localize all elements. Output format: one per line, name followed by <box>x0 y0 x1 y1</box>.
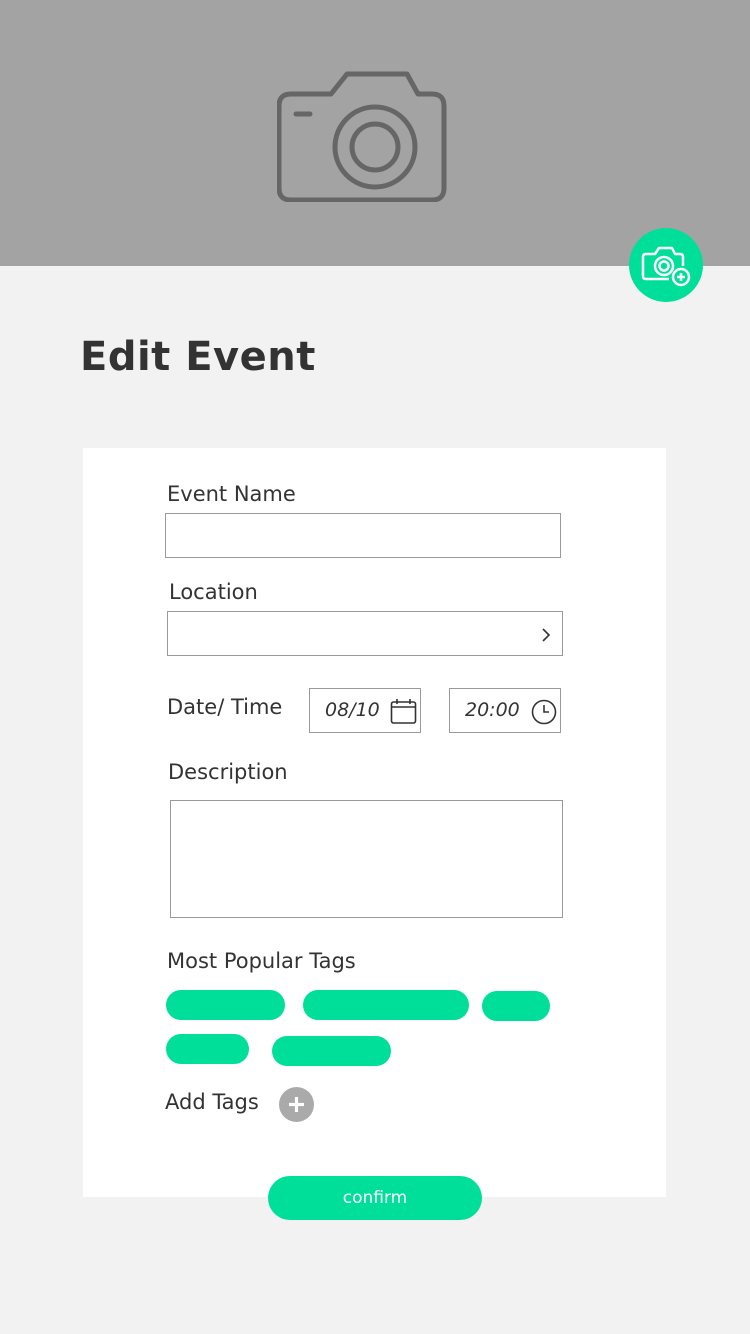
event-name-input[interactable] <box>165 513 561 558</box>
tag-chip-4[interactable] <box>166 1034 249 1064</box>
tag-chip-2[interactable] <box>303 990 469 1020</box>
add-photo-button[interactable] <box>629 228 703 302</box>
chevron-right-icon <box>542 628 551 642</box>
clock-icon <box>531 699 557 725</box>
time-value: 20:00 <box>465 699 520 721</box>
confirm-button[interactable]: confirm <box>268 1176 482 1220</box>
date-value: 08/10 <box>325 699 380 721</box>
tag-chip-1[interactable] <box>166 990 285 1020</box>
time-picker[interactable]: 20:00 <box>449 688 561 733</box>
description-label: Description <box>168 760 288 784</box>
tag-chip-5[interactable] <box>272 1036 391 1066</box>
add-tags-label: Add Tags <box>165 1090 259 1114</box>
tag-chip-3[interactable] <box>482 991 550 1021</box>
popular-tags-label: Most Popular Tags <box>167 949 356 973</box>
calendar-icon <box>390 699 417 724</box>
date-picker[interactable]: 08/10 <box>309 688 421 733</box>
add-tag-button[interactable] <box>279 1087 314 1122</box>
description-textarea[interactable] <box>170 800 563 918</box>
plus-icon <box>289 1097 304 1112</box>
event-name-label: Event Name <box>167 482 296 506</box>
location-input[interactable] <box>167 611 563 656</box>
camera-icon <box>277 71 447 202</box>
page-title: Edit Event <box>80 334 316 380</box>
camera-add-icon <box>641 246 691 287</box>
location-label: Location <box>169 580 258 604</box>
date-time-label: Date/ Time <box>167 695 283 719</box>
cover-photo[interactable] <box>0 0 750 266</box>
